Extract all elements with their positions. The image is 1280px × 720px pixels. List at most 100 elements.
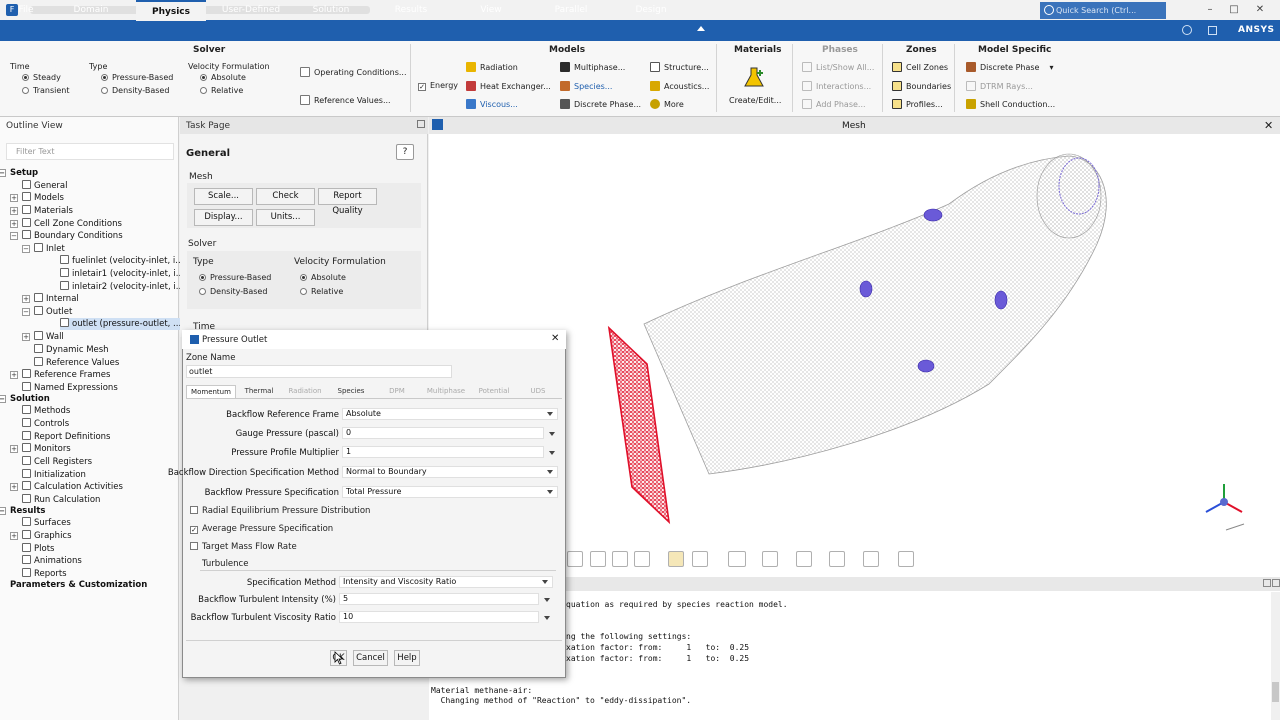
solver-pressure-based-radio[interactable]: Pressure-Based — [199, 273, 271, 282]
outline-item-methods[interactable]: Methods — [22, 405, 70, 417]
gauge-pressure-dropdown-icon[interactable] — [549, 432, 555, 436]
ruler-icon[interactable] — [728, 551, 746, 567]
outline-item-outlet-pressure-outlet[interactable]: outlet (pressure-outlet, ... — [60, 318, 182, 330]
outline-item-animations[interactable]: Animations — [22, 555, 82, 567]
outline-item-fuelinlet-velocity-inlet-i[interactable]: fuelinlet (velocity-inlet, i... — [60, 255, 183, 267]
outline-item-cell-registers[interactable]: Cell Registers — [22, 456, 92, 468]
filter-icon[interactable] — [692, 551, 708, 567]
turb-viscosity-dropdown-icon[interactable] — [544, 616, 550, 620]
more-models-button[interactable]: More — [650, 99, 684, 109]
time-transient-radio[interactable]: Transient — [22, 86, 70, 95]
cancel-button[interactable]: Cancel — [353, 650, 388, 666]
outline-item-surfaces[interactable]: Surfaces — [22, 517, 71, 529]
multiphase-button[interactable]: Multiphase... — [560, 62, 625, 72]
outline-item-outlet[interactable]: − Outlet — [22, 306, 72, 318]
target-mass-flow-checkbox[interactable]: Target Mass Flow Rate — [190, 542, 297, 552]
expand-toggle-icon[interactable]: + — [10, 532, 18, 540]
tab-user-defined[interactable]: User-Defined — [212, 0, 290, 21]
expand-toggle-icon[interactable]: − — [22, 308, 30, 316]
expand-toggle-icon[interactable]: − — [22, 245, 30, 253]
reference-values-button[interactable]: Reference Values... — [300, 95, 391, 105]
pressure-profile-input[interactable]: 1 — [342, 446, 544, 458]
task-page-close-icon[interactable] — [417, 120, 425, 128]
outline-item-models[interactable]: + Models — [10, 192, 64, 204]
outline-item-report-definitions[interactable]: Report Definitions — [22, 431, 110, 443]
outline-item-boundary-conditions[interactable]: − Boundary Conditions — [10, 230, 123, 242]
outline-item-inlet[interactable]: − Inlet — [22, 243, 65, 255]
tab-design[interactable]: Design — [616, 0, 686, 21]
check-button[interactable]: Check — [256, 188, 315, 205]
gauge-pressure-input[interactable]: 0 — [342, 427, 544, 439]
tab-view[interactable]: View — [456, 0, 526, 21]
expand-toggle-icon[interactable]: + — [10, 207, 18, 215]
type-density-radio[interactable]: Density-Based — [101, 86, 169, 95]
help-button[interactable]: Help — [394, 650, 420, 666]
tab-momentum[interactable]: Momentum — [186, 385, 236, 398]
turb-viscosity-input[interactable]: 10 — [339, 611, 539, 623]
info-icon[interactable] — [1182, 25, 1192, 35]
tab-dpm[interactable]: DPM — [374, 385, 420, 398]
outline-item-reference-values[interactable]: Reference Values — [34, 357, 119, 369]
create-edit-button[interactable]: Create/Edit... — [729, 96, 781, 105]
outline-item-materials[interactable]: + Materials — [10, 205, 73, 217]
tab-physics[interactable]: Physics — [136, 0, 206, 21]
tab-species[interactable]: Species — [330, 385, 372, 398]
backflow-direction-select[interactable]: Normal to Boundary — [342, 466, 558, 478]
viscous-button[interactable]: Viscous... — [466, 99, 518, 109]
outline-item-controls[interactable]: Controls — [22, 418, 69, 430]
layout-view-icon[interactable] — [829, 551, 845, 567]
report-quality-button[interactable]: Report Quality — [318, 188, 377, 216]
expand-toggle-icon[interactable]: − — [0, 395, 6, 403]
spec-method-select[interactable]: Intensity and Viscosity Ratio — [339, 576, 553, 588]
expand-toggle-icon[interactable]: − — [10, 232, 18, 240]
zoom-box-icon[interactable] — [590, 551, 606, 567]
expand-toggle-icon[interactable]: + — [10, 194, 18, 202]
expand-toggle-icon[interactable]: − — [0, 169, 6, 177]
dtrm-rays-button[interactable]: DTRM Rays... — [966, 81, 1033, 91]
scale-button[interactable]: Scale... — [194, 188, 253, 205]
maximize-icon[interactable]: □ — [1224, 2, 1244, 18]
console-close-icon[interactable] — [1272, 579, 1280, 587]
tab-file[interactable]: File — [0, 0, 52, 21]
outline-item-inletair1-velocity-inlet-i[interactable]: inletair1 (velocity-inlet, i... — [60, 268, 184, 280]
outline-item-monitors[interactable]: + Monitors — [10, 443, 71, 455]
tab-uds[interactable]: UDS — [518, 385, 558, 398]
solver-relative-radio[interactable]: Relative — [300, 287, 343, 296]
type-pressure-radio[interactable]: Pressure-Based — [101, 73, 173, 82]
minimize-icon[interactable]: – — [1200, 2, 1220, 18]
console-restore-icon[interactable] — [1263, 579, 1271, 587]
shell-conduction-button[interactable]: Shell Conduction... — [966, 99, 1055, 109]
average-pressure-checkbox[interactable]: ✓ Average Pressure Specification — [190, 524, 333, 534]
help-icon[interactable]: ? — [396, 144, 414, 160]
tab-radiation[interactable]: Radiation — [282, 385, 328, 398]
select-icon[interactable] — [668, 551, 684, 567]
tab-solution[interactable]: Solution — [296, 0, 366, 21]
outline-item-general[interactable]: General — [22, 180, 68, 192]
display-button[interactable]: Display... — [194, 209, 253, 226]
add-phase-button[interactable]: Add Phase... — [802, 99, 866, 109]
outline-item-plots[interactable]: Plots — [22, 543, 54, 555]
quick-search-input[interactable]: Quick Search (Ctrl... — [1040, 2, 1166, 19]
turb-intensity-input[interactable]: 5 — [339, 593, 539, 605]
radiation-button[interactable]: Radiation — [466, 62, 518, 72]
close-window-icon[interactable]: ✕ — [1250, 2, 1270, 18]
expand-toggle-icon[interactable]: + — [22, 295, 30, 303]
view-cube-icon[interactable] — [796, 551, 812, 567]
dialog-close-icon[interactable]: ✕ — [551, 333, 559, 344]
outline-item-cell-zone-conditions[interactable]: + Cell Zone Conditions — [10, 218, 122, 230]
zone-name-input[interactable]: outlet — [186, 365, 452, 378]
heat-exchanger-button[interactable]: Heat Exchanger... — [466, 81, 551, 91]
cell-zones-button[interactable]: Cell Zones — [892, 62, 948, 72]
outline-item-reference-frames[interactable]: + Reference Frames — [10, 369, 110, 381]
solver-density-based-radio[interactable]: Density-Based — [199, 287, 267, 296]
radial-equilibrium-checkbox[interactable]: Radial Equilibrium Pressure Distribution — [190, 506, 370, 516]
units-button[interactable]: Units... — [256, 209, 315, 226]
materials-flask-icon[interactable] — [742, 66, 766, 90]
energy-checkbox[interactable]: ✓ Energy — [418, 81, 458, 91]
outline-item-dynamic-mesh[interactable]: Dynamic Mesh — [34, 344, 109, 356]
outline-filter-input[interactable]: Filter Text — [6, 143, 174, 160]
boundaries-button[interactable]: Boundaries — [892, 81, 951, 91]
discrete-phase-button[interactable]: Discrete Phase... — [560, 99, 641, 109]
structure-button[interactable]: Structure... — [650, 62, 709, 72]
outline-item-solution[interactable]: − Solution — [0, 393, 50, 405]
